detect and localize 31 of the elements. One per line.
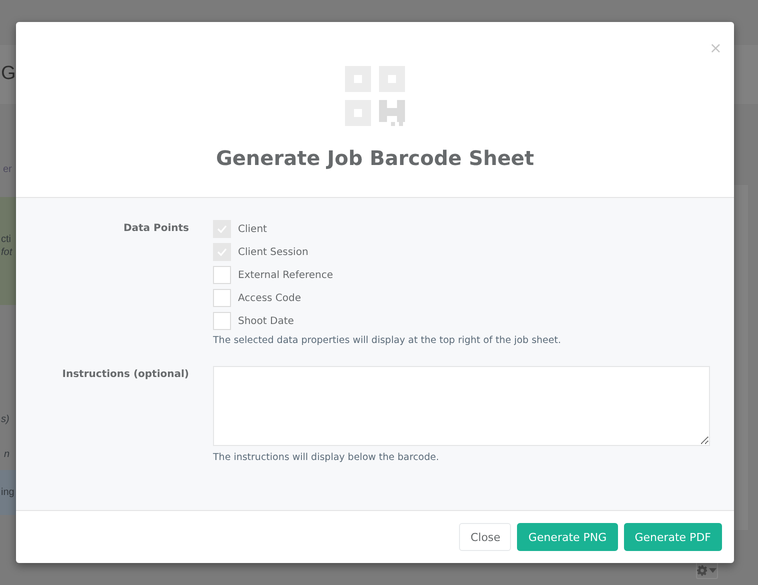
instructions-field[interactable] bbox=[213, 366, 710, 446]
close-button[interactable]: Close bbox=[459, 523, 512, 551]
field-label: Data Points bbox=[122, 222, 189, 236]
generate-button[interactable]: Generate PDF bbox=[624, 523, 722, 551]
help-text: The selected data properties will display at the top right of the job sheet. bbox=[213, 335, 562, 346]
checkbox[interactable] bbox=[213, 312, 231, 330]
qr-code-icon bbox=[345, 66, 405, 126]
check-icon bbox=[217, 225, 227, 233]
generate-button[interactable]: Generate PNG bbox=[517, 523, 618, 551]
dialog-title: Generate Job Barcode Sheet bbox=[216, 146, 534, 170]
checkbox[interactable] bbox=[213, 266, 231, 284]
checkbox-label: External Reference bbox=[238, 270, 334, 280]
gear-icon bbox=[697, 565, 708, 576]
background-text: n bbox=[4, 449, 10, 460]
close-button[interactable]: × bbox=[709, 41, 722, 56]
background-text: s) bbox=[1, 414, 10, 425]
check-icon bbox=[217, 248, 227, 256]
background-text: ing bbox=[1, 487, 14, 498]
checkbox[interactable] bbox=[213, 243, 231, 261]
field-label: Instructions (optional) bbox=[61, 368, 189, 382]
background-text: cti bbox=[1, 234, 11, 245]
checkbox[interactable] bbox=[213, 289, 231, 307]
caret-icon bbox=[709, 568, 717, 573]
help-text: The instructions will display below the barcode. bbox=[213, 452, 440, 463]
background-text: fot bbox=[1, 247, 12, 258]
checkbox-label: Client bbox=[238, 224, 267, 234]
checkbox-label: Shoot Date bbox=[238, 316, 294, 326]
checkbox[interactable] bbox=[213, 220, 231, 238]
checkbox-label: Client Session bbox=[238, 246, 308, 258]
background-text: G bbox=[1, 63, 16, 85]
checkbox-label: Access Code bbox=[238, 292, 302, 304]
